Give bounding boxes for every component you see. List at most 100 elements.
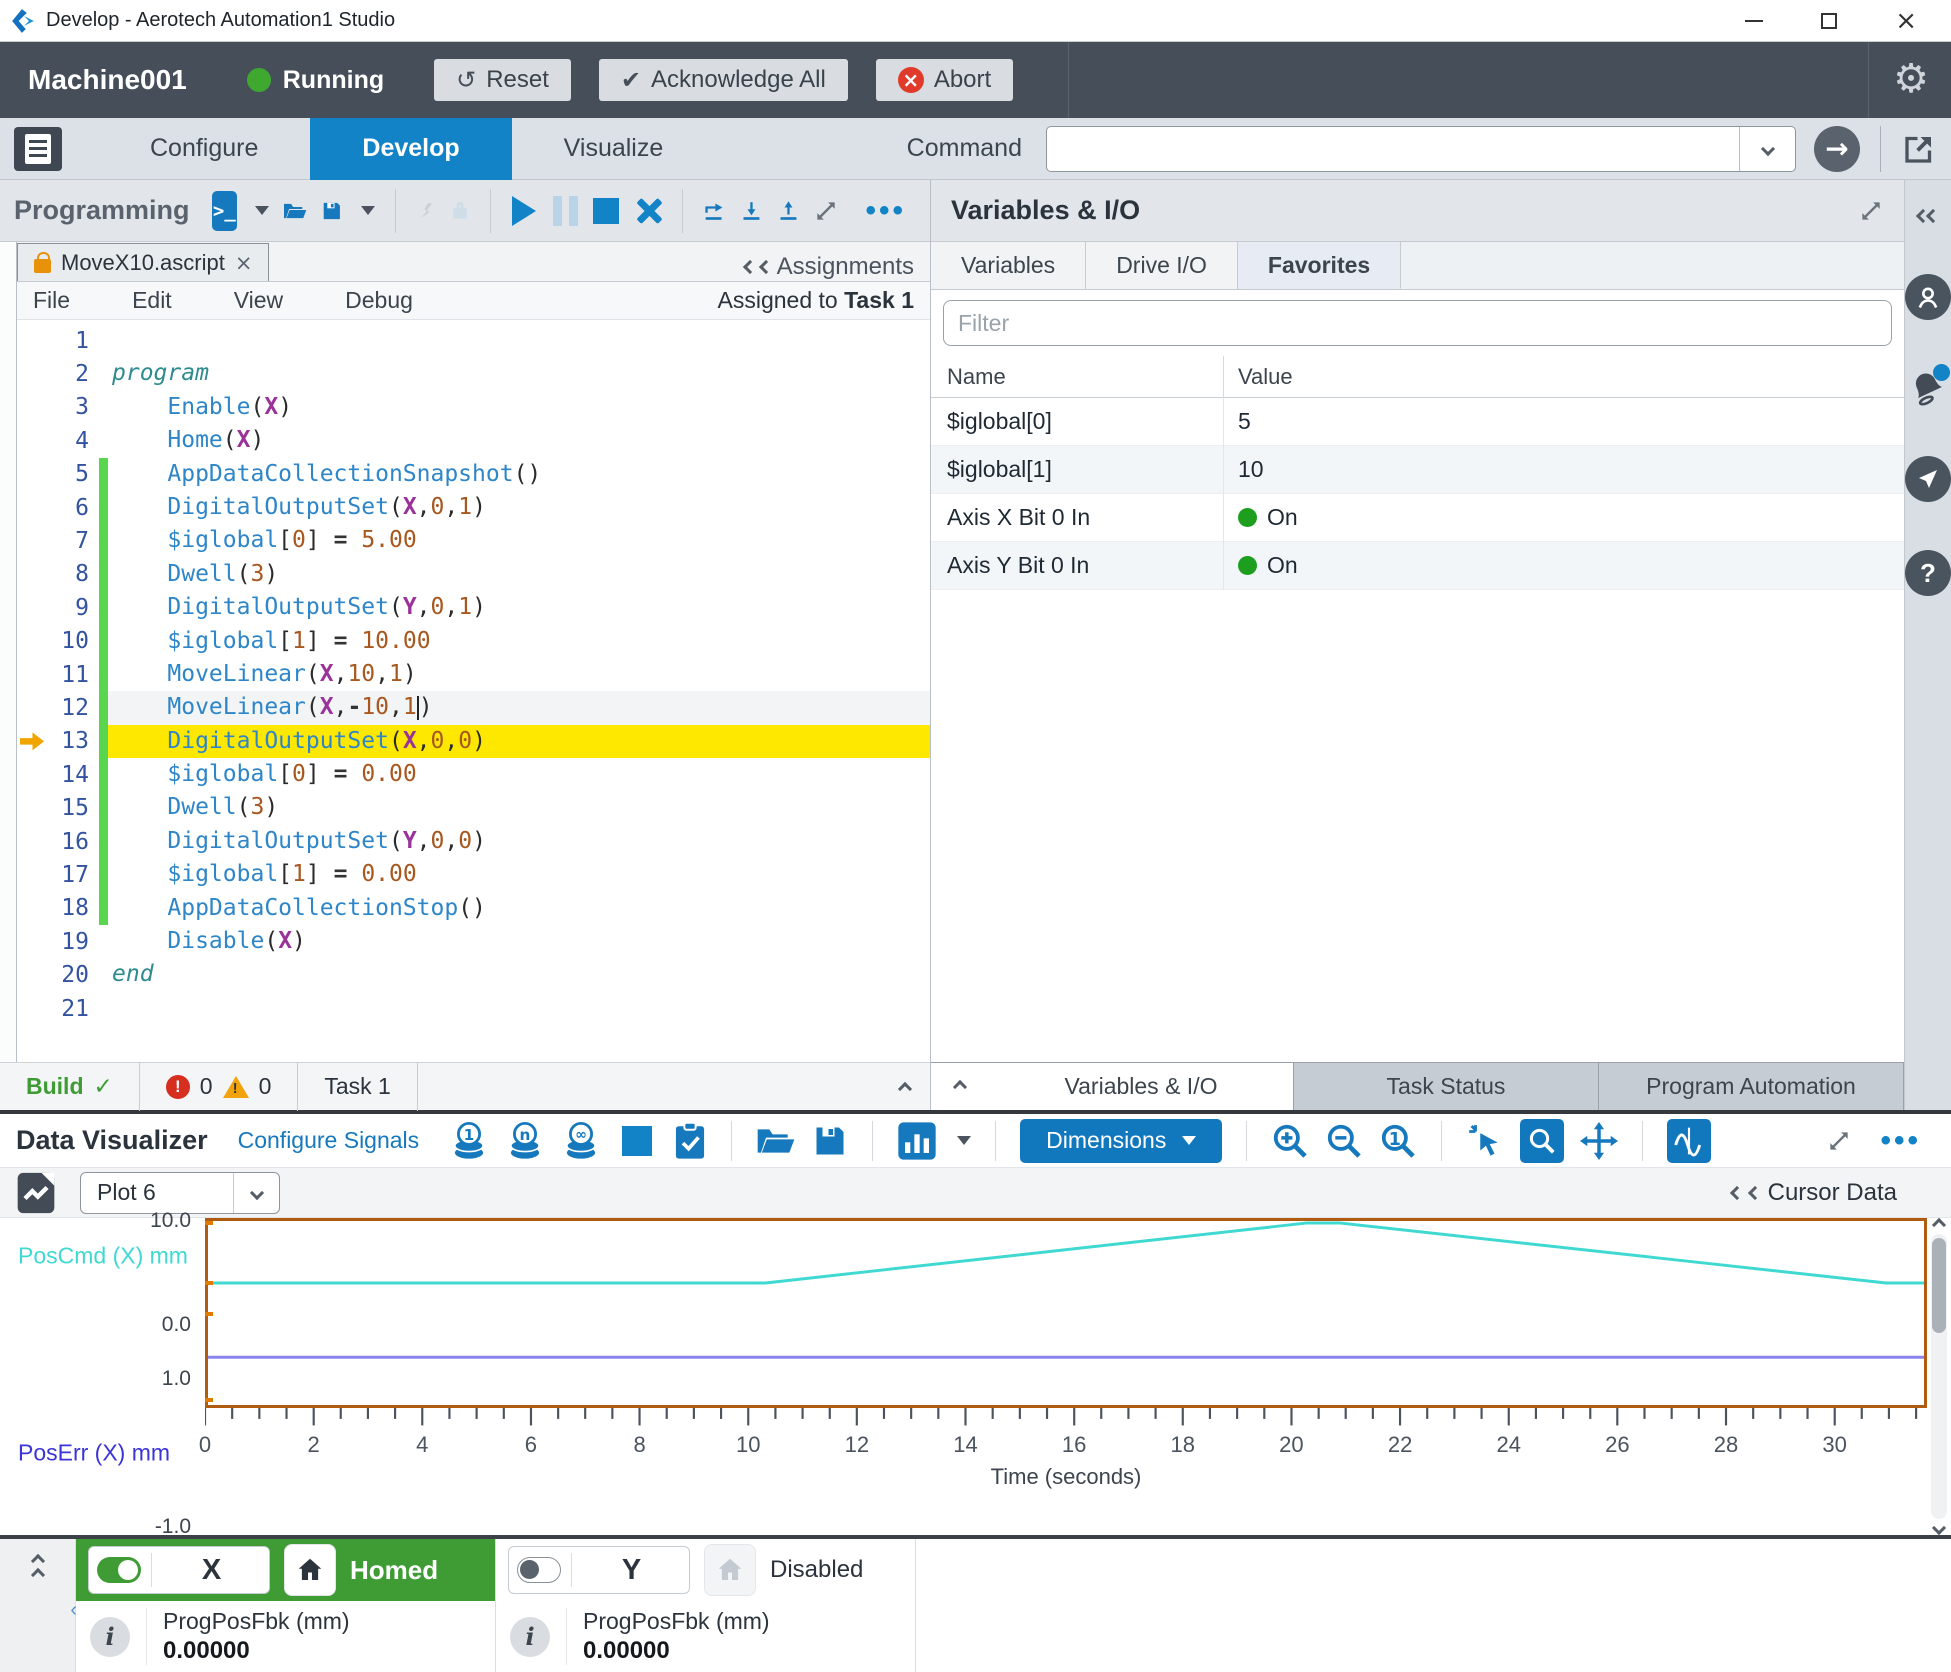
scrollbar-thumb[interactable] <box>1932 1238 1946 1333</box>
code-editor[interactable]: 12program3 Enable(X)4 Home(X)5 AppDataCo… <box>17 320 930 1062</box>
save-dropdown-icon[interactable] <box>361 206 375 215</box>
collect-n-icon[interactable]: n <box>505 1121 545 1161</box>
table-row[interactable]: $iglobal[1]10 <box>931 446 1904 494</box>
menu-edit[interactable]: Edit <box>132 287 172 313</box>
code-line[interactable]: 11 MoveLinear(X,10,1) <box>17 658 930 691</box>
assignments-toggle[interactable]: Assignments <box>745 253 930 281</box>
expand-panel-icon[interactable] <box>813 198 839 224</box>
tab-develop[interactable]: Develop <box>310 118 511 180</box>
code-line[interactable]: 4 Home(X) <box>17 424 930 457</box>
axis-enable-toggle[interactable] <box>517 1557 561 1583</box>
code-line[interactable]: 6 DigitalOutputSet(X,0,1) <box>17 491 930 524</box>
axis-toggle-pill[interactable]: Y <box>508 1546 690 1594</box>
save-icon[interactable] <box>321 195 343 227</box>
filter-input[interactable] <box>943 300 1892 346</box>
step-over-icon[interactable] <box>703 195 726 227</box>
settings-gear-icon[interactable]: ⚙ <box>1893 56 1929 102</box>
command-send-button[interactable]: → <box>1814 126 1860 172</box>
open-data-icon[interactable] <box>756 1124 796 1158</box>
zoom-in-icon[interactable] <box>1271 1122 1309 1160</box>
open-file-icon[interactable] <box>283 196 307 226</box>
more-options-icon[interactable]: ••• <box>1880 1124 1921 1158</box>
scroll-up-icon[interactable] <box>1932 1218 1946 1232</box>
stop-button[interactable] <box>593 191 620 231</box>
plot-selector[interactable]: Plot 6 <box>80 1172 280 1214</box>
menu-debug[interactable]: Debug <box>345 287 413 313</box>
code-line[interactable]: 10 $iglobal[1] = 10.00 <box>17 625 930 658</box>
table-row[interactable]: $iglobal[0]5 <box>931 398 1904 446</box>
code-line[interactable]: 21 <box>17 992 930 1025</box>
code-line[interactable]: 17 $iglobal[1] = 0.00 <box>17 858 930 891</box>
axis-toggle-pill[interactable]: X <box>88 1546 270 1594</box>
file-tab[interactable]: MoveX10.ascript × <box>17 243 269 281</box>
code-line[interactable]: 2program <box>17 357 930 390</box>
configure-signals-link[interactable]: Configure Signals <box>238 1127 420 1154</box>
new-script-icon[interactable]: >_ <box>212 191 238 231</box>
save-data-icon[interactable] <box>812 1123 848 1159</box>
code-line[interactable]: 8 Dwell(3) <box>17 558 930 591</box>
code-line[interactable]: 12 MoveLinear(X,-10,1) <box>17 691 930 724</box>
maximize-button[interactable] <box>1821 13 1837 29</box>
info-icon[interactable]: i <box>510 1617 550 1657</box>
terminate-button[interactable] <box>634 191 662 231</box>
acknowledge-all-button[interactable]: ✔ Acknowledge All <box>599 59 848 101</box>
step-out-icon[interactable] <box>777 195 800 227</box>
panel-handle-icon[interactable]: ‹ <box>70 1599 77 1622</box>
zoom-tool-active[interactable] <box>1520 1119 1564 1163</box>
collapsed-panel-strip[interactable] <box>0 242 17 1062</box>
collapse-editor-icon[interactable] <box>900 1073 930 1100</box>
axis-dashboard-collapse[interactable]: ‹ <box>0 1539 76 1672</box>
code-line[interactable]: 14 $iglobal[0] = 0.00 <box>17 758 930 791</box>
minimize-button[interactable] <box>1745 20 1763 22</box>
task-tab[interactable]: Task 1 <box>298 1063 417 1111</box>
bottom-tab-program-automation[interactable]: Program Automation <box>1599 1063 1904 1110</box>
code-line[interactable]: 19 Disable(X) <box>17 925 930 958</box>
tab-visualize[interactable]: Visualize <box>512 118 716 180</box>
close-button[interactable]: × <box>1895 13 1917 29</box>
navigate-icon[interactable] <box>1905 456 1951 502</box>
table-row[interactable]: Axis X Bit 0 InOn <box>931 494 1904 542</box>
chart-type-dropdown-icon[interactable] <box>957 1136 971 1145</box>
code-line[interactable]: 18 AppDataCollectionStop() <box>17 892 930 925</box>
code-line[interactable]: 15 Dwell(3) <box>17 791 930 824</box>
collapse-panel-icon[interactable] <box>931 1063 989 1110</box>
open-new-window-icon[interactable] <box>1901 131 1937 167</box>
column-value[interactable]: Value <box>1223 356 1904 398</box>
info-icon[interactable]: i <box>90 1617 130 1657</box>
home-button[interactable] <box>284 1544 336 1596</box>
expand-panel-icon[interactable] <box>1826 1128 1852 1154</box>
menu-file[interactable]: File <box>33 287 70 313</box>
user-account-icon[interactable] <box>1905 274 1951 320</box>
reset-button[interactable]: ↺ Reset <box>434 59 571 101</box>
collect-once-icon[interactable]: 1 <box>449 1121 489 1161</box>
code-line[interactable]: 5 AppDataCollectionSnapshot() <box>17 458 930 491</box>
menu-hamburger-button[interactable] <box>14 127 62 171</box>
code-line[interactable]: 1 <box>17 324 930 357</box>
bottom-tab-task-status[interactable]: Task Status <box>1294 1063 1599 1110</box>
new-script-dropdown-icon[interactable] <box>255 206 269 215</box>
collection-tasks-icon[interactable] <box>673 1122 707 1160</box>
tab-favorites[interactable]: Favorites <box>1238 242 1401 289</box>
tab-close-icon[interactable]: × <box>235 251 253 275</box>
bottom-tab-variables-i-o[interactable]: Variables & I/O <box>989 1063 1294 1110</box>
tab-configure[interactable]: Configure <box>98 118 310 180</box>
tab-drive-i-o[interactable]: Drive I/O <box>1086 242 1238 289</box>
column-name[interactable]: Name <box>931 364 1223 390</box>
code-line[interactable]: 13 DigitalOutputSet(X,0,0) <box>17 725 930 758</box>
collect-continuous-icon[interactable]: ∞ <box>561 1121 601 1161</box>
tab-variables[interactable]: Variables <box>931 242 1086 289</box>
command-input[interactable] <box>1047 127 1739 171</box>
run-button[interactable] <box>511 191 538 231</box>
step-into-icon[interactable] <box>740 195 763 227</box>
code-line[interactable]: 16 DigitalOutputSet(Y,0,0) <box>17 825 930 858</box>
code-line[interactable]: 20end <box>17 958 930 991</box>
plot-page-icon[interactable] <box>14 1171 58 1215</box>
scroll-down-icon[interactable] <box>1932 1521 1946 1535</box>
smart-cursor-icon[interactable] <box>1466 1122 1504 1160</box>
error-warning-counts[interactable]: ! 0 0 <box>140 1063 299 1111</box>
chart-scrollbar[interactable] <box>1927 1218 1951 1535</box>
signal-trace-tool-active[interactable] <box>1667 1119 1711 1163</box>
home-button[interactable] <box>704 1544 756 1596</box>
abort-button[interactable]: × Abort <box>876 59 1013 101</box>
dimensions-button[interactable]: Dimensions <box>1020 1119 1222 1163</box>
